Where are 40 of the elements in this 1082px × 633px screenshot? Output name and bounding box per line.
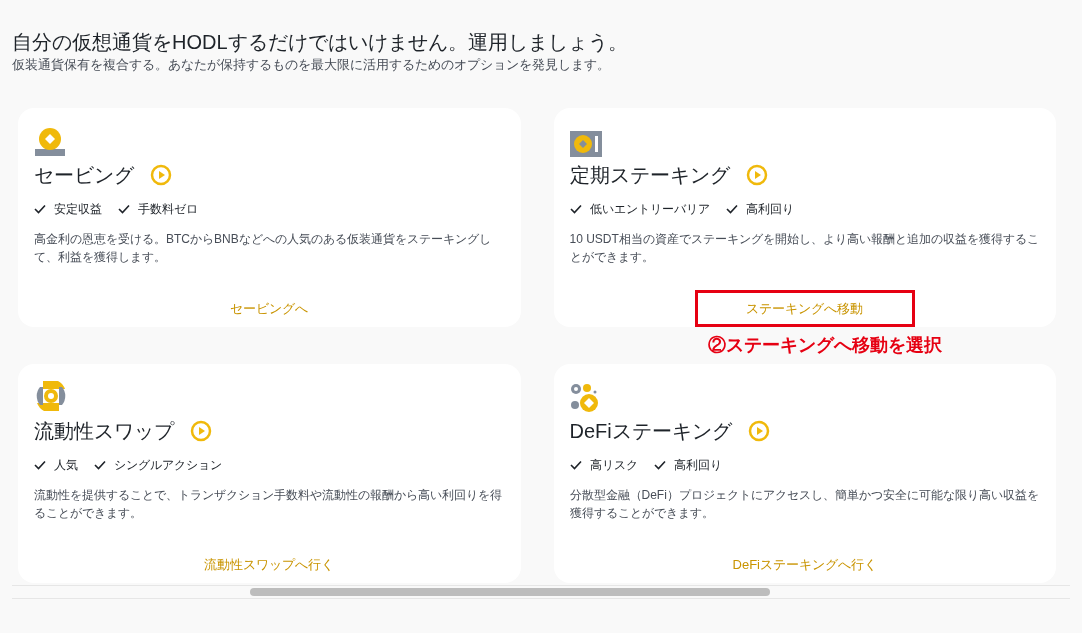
check-icon <box>34 204 46 214</box>
card-link[interactable]: セービングへ <box>230 290 309 327</box>
card-link[interactable]: ステーキングへ移動 <box>694 290 915 327</box>
play-icon[interactable] <box>747 420 770 442</box>
check-icon <box>34 460 46 470</box>
play-icon[interactable] <box>190 420 212 442</box>
coin-in-box-icon <box>569 131 602 157</box>
feature-label: 低いエントリーバリア <box>589 201 710 218</box>
card-title: DeFiステーキング <box>569 419 732 444</box>
check-icon <box>569 460 582 470</box>
card-link[interactable]: DeFiステーキングへ行く <box>732 546 877 583</box>
check-icon <box>725 204 738 214</box>
feature-label: シングルアクション <box>114 457 222 474</box>
feature-label: 高利回り <box>745 201 794 218</box>
check-icon <box>94 460 106 470</box>
card-description: 高金利の恩恵を受ける。BTCからBNBなどへの人気のある仮装通貨をステーキングして、利益を獲得します。 <box>34 231 492 266</box>
feature-label: 人気 <box>54 457 78 474</box>
annotation-text: ②ステーキングへ移動を選択 <box>707 334 942 357</box>
play-icon[interactable] <box>150 164 172 186</box>
page-subtitle: 仮装通貨保有を複合する。あなたが保持するものを最大限に活用するためのオプションを発見します。 <box>12 56 611 74</box>
card-description: 分散型金融（DeFi）プロジェクトにアクセスし、簡単かつ安全に可能な限り高い収益を獲得することができます。 <box>569 487 1040 522</box>
feature-label: 安定収益 <box>54 201 102 218</box>
card-title: 流動性スワップ <box>34 419 174 444</box>
card-description: 流動性を提供することで、トランザクション手数料や流動性の報酬から高い利回りを得ることができます。 <box>34 487 503 522</box>
coin-cluster-icon <box>569 383 600 413</box>
card-title: セービング <box>34 163 134 188</box>
coin-on-tray-icon <box>34 127 66 157</box>
feature-label: 手数料ゼロ <box>138 201 198 218</box>
check-icon <box>569 204 582 214</box>
card-title: 定期ステーキング <box>569 163 730 188</box>
check-icon <box>653 460 666 470</box>
feature-label: 高利回り <box>673 457 722 474</box>
play-icon[interactable] <box>745 164 768 186</box>
scrollbar-thumb[interactable] <box>250 588 770 596</box>
card-description: 10 USDT相当の資産でステーキングを開始し、より高い報酬と追加の収益を獲得することができます。 <box>569 231 1040 266</box>
check-icon <box>118 204 130 214</box>
card-link[interactable]: 流動性スワップへ行く <box>204 546 335 583</box>
page-title: 自分の仮想通貨をHODLするだけではいけません。運用しましょう。 <box>12 30 629 55</box>
feature-label: 高リスク <box>589 457 638 474</box>
coin-swap-icon <box>34 379 68 413</box>
